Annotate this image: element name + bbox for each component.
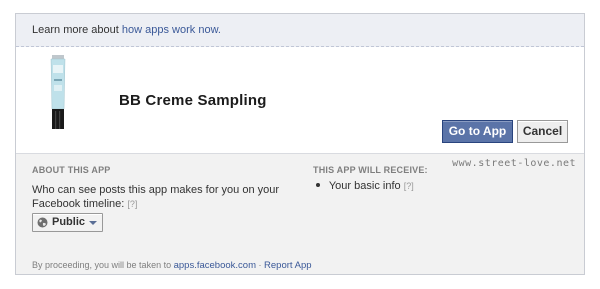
bullet-icon — [316, 183, 320, 188]
watermark: www.street-love.net — [452, 158, 576, 169]
privacy-value: Public — [52, 216, 86, 228]
how-apps-work-link[interactable]: how apps work now. — [122, 24, 221, 36]
report-app-link[interactable]: Report App — [264, 260, 312, 271]
footer: By proceeding, you will be taken to apps… — [32, 260, 312, 271]
privacy-selector[interactable]: Public — [32, 213, 103, 232]
permissions-list: Your basic info [?] — [313, 180, 414, 192]
about-section-title: ABOUT THIS APP — [32, 165, 111, 175]
timeline-visibility-text: Who can see posts this app makes for you… — [32, 183, 297, 211]
footer-separator: · — [258, 260, 262, 270]
app-product-image — [50, 55, 66, 129]
receive-section-title: THIS APP WILL RECEIVE: — [313, 165, 428, 175]
footer-text: By proceeding, you will be taken to — [32, 260, 172, 270]
globe-icon — [37, 217, 48, 228]
learn-more-bar: Learn more about how apps work now. — [16, 14, 584, 47]
go-to-app-button[interactable]: Go to App — [442, 120, 513, 143]
learn-more-text: Learn more about — [32, 24, 119, 36]
permission-help-icon[interactable]: [?] — [404, 181, 414, 191]
apps-domain-link[interactable]: apps.facebook.com — [174, 260, 256, 271]
app-header: BB Creme Sampling Go to App Cancel — [16, 47, 584, 154]
app-details: www.street-love.net ABOUT THIS APP Who c… — [16, 154, 584, 274]
app-title: BB Creme Sampling — [119, 92, 267, 109]
chevron-down-icon — [89, 221, 97, 225]
permission-item: Your basic info [?] — [313, 180, 414, 192]
timeline-visibility-label: Who can see posts this app makes for you… — [32, 184, 280, 210]
app-permission-dialog: Learn more about how apps work now. BB C… — [15, 13, 585, 275]
permission-label: Your basic info — [328, 180, 401, 192]
timeline-help-icon[interactable]: [?] — [127, 199, 137, 209]
cancel-button[interactable]: Cancel — [517, 120, 568, 143]
